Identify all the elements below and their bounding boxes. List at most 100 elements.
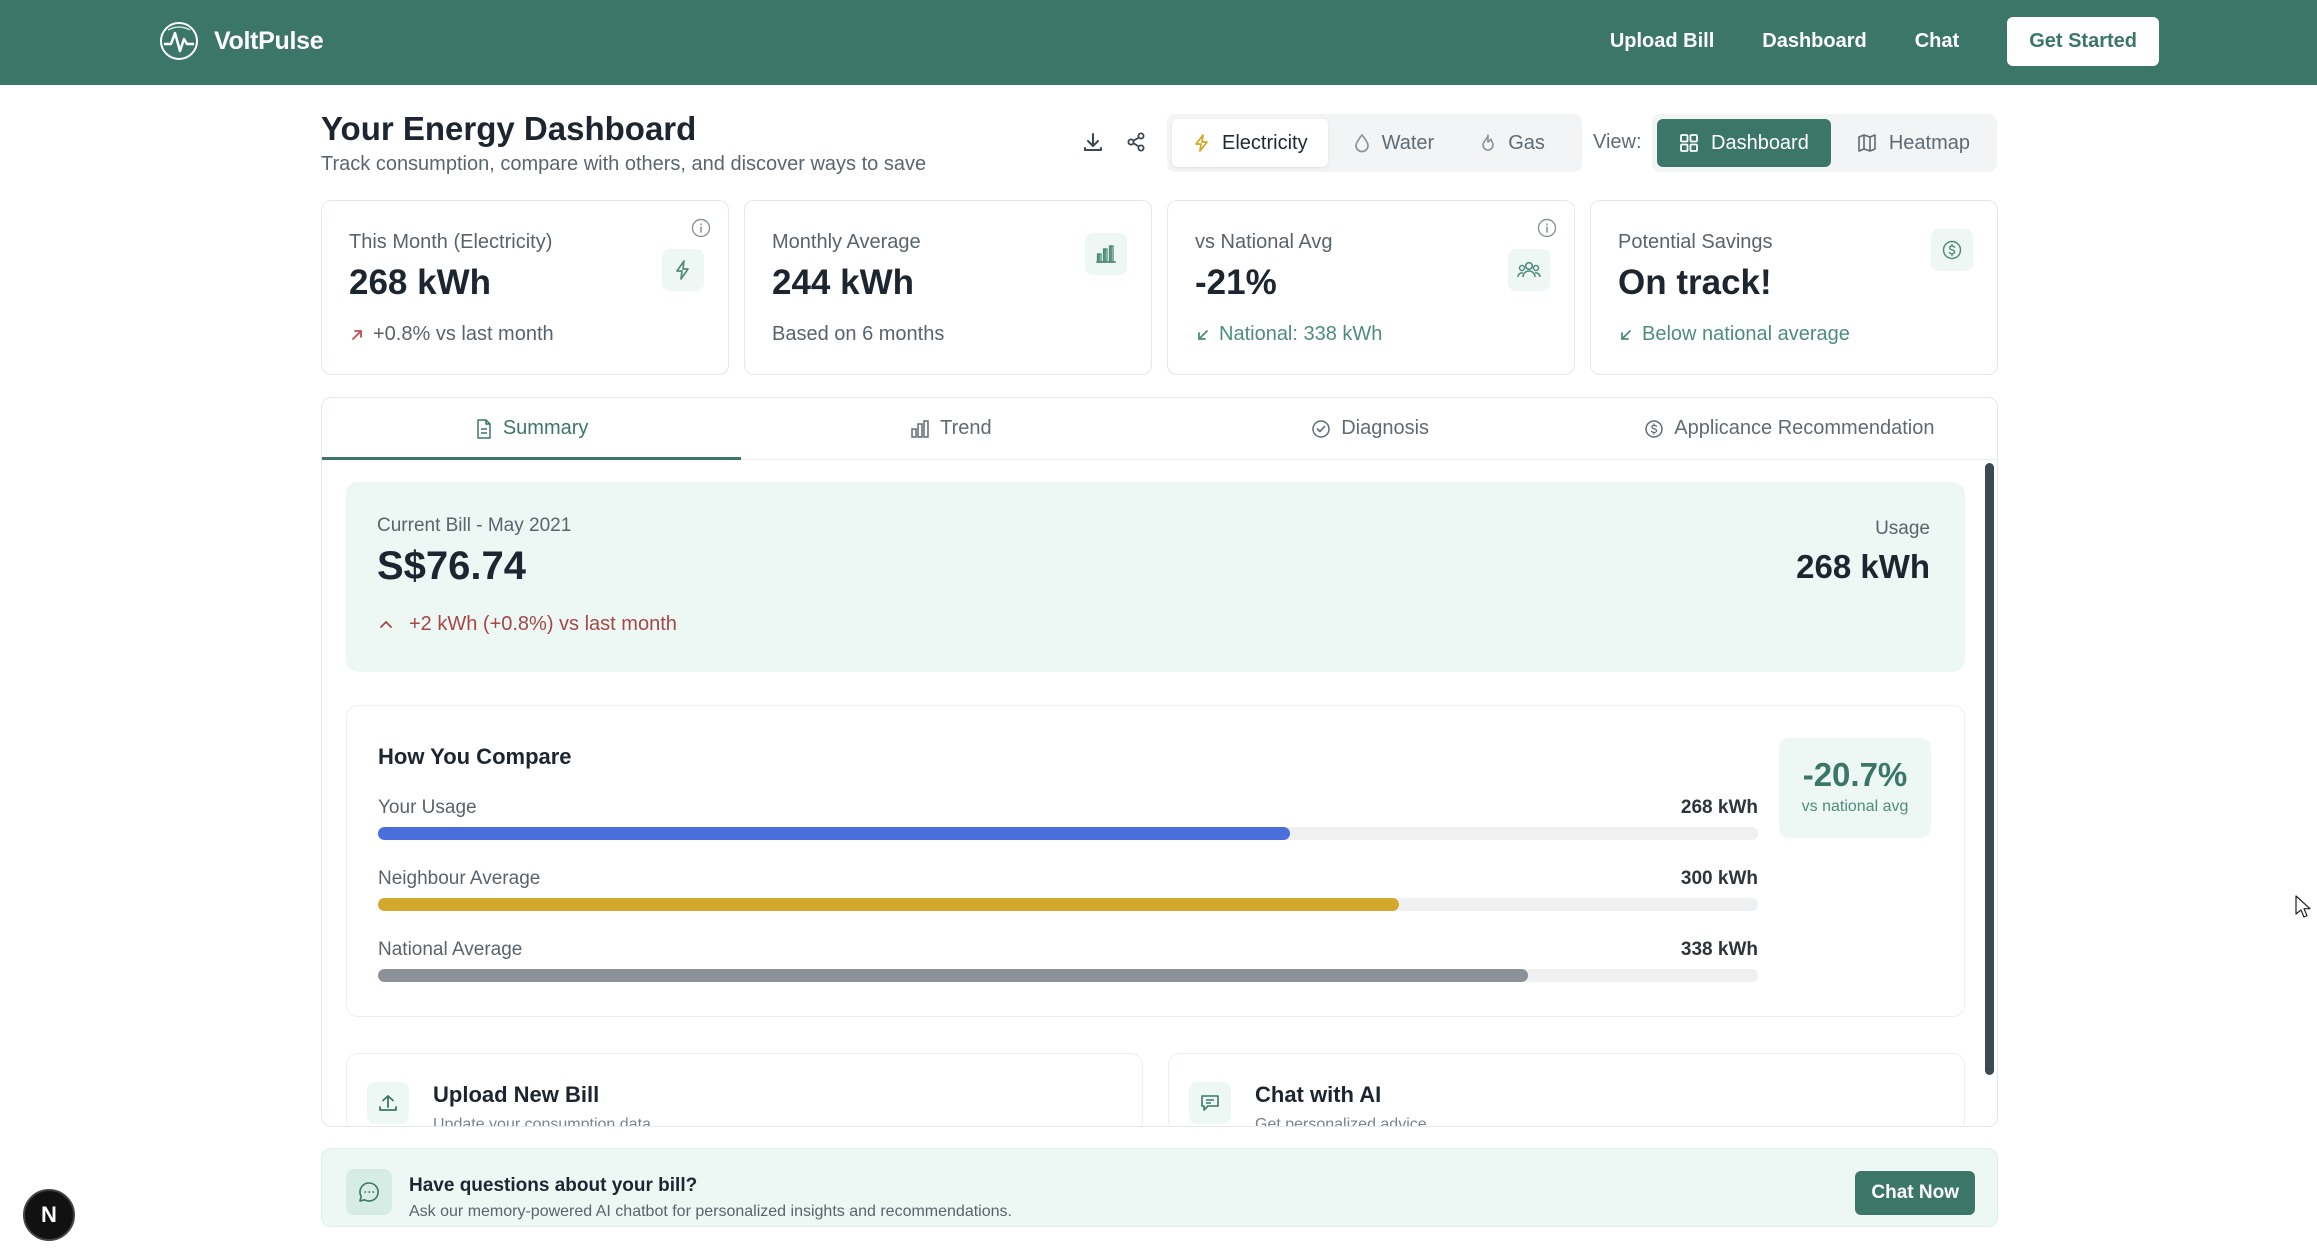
stat-value: -21% xyxy=(1195,263,1277,302)
upload-icon xyxy=(367,1082,409,1124)
bill-change: +2 kWh (+0.8%) vs last month xyxy=(377,613,677,636)
utility-electricity[interactable]: Electricity xyxy=(1172,119,1328,167)
nav-upload-bill[interactable]: Upload Bill xyxy=(1610,30,1714,53)
info-icon[interactable] xyxy=(1536,217,1558,239)
stat-label: Potential Savings xyxy=(1618,231,1773,253)
lightning-icon xyxy=(1192,133,1212,153)
tab-diagnosis-label: Diagnosis xyxy=(1341,417,1430,439)
flame-icon xyxy=(1478,133,1498,153)
compare-bar-track xyxy=(378,827,1758,840)
tab-trend[interactable]: Trend xyxy=(741,398,1160,459)
current-bill-card: Current Bill - May 2021 S$76.74 +2 kWh (… xyxy=(346,482,1965,672)
compare-bar-track xyxy=(378,898,1758,911)
compare-row-label: Neighbour Average xyxy=(378,868,541,889)
chat-now-button[interactable]: Chat Now xyxy=(1855,1171,1975,1215)
voltpulse-logo-icon xyxy=(158,20,200,62)
stat-card-potential-savings: Potential Savings On track! Below nation… xyxy=(1590,200,1998,375)
chevron-up-icon xyxy=(377,616,395,634)
compare-title: How You Compare xyxy=(378,744,572,769)
action-title: Chat with AI xyxy=(1255,1082,1382,1107)
usage-label: Usage xyxy=(1875,518,1930,539)
percent-value: -20.7% xyxy=(1802,756,1908,793)
bar-chart-icon xyxy=(910,419,930,439)
check-circle-icon xyxy=(1311,419,1331,439)
bar-chart-icon xyxy=(1085,233,1127,275)
compare-bar-fill xyxy=(378,827,1291,840)
compare-bar-track xyxy=(378,969,1758,982)
tab-trend-label: Trend xyxy=(940,417,992,439)
nav-chat[interactable]: Chat xyxy=(1915,30,1959,53)
stat-card-monthly-average: Monthly Average 244 kWh Based on 6 month… xyxy=(744,200,1152,375)
get-started-button[interactable]: Get Started xyxy=(2007,17,2159,66)
arrow-up-right-icon xyxy=(349,327,365,343)
tab-appliance-recommendation[interactable]: Applicance Recommendation xyxy=(1580,398,1997,459)
tab-summary[interactable]: Summary xyxy=(322,398,742,460)
utility-electricity-label: Electricity xyxy=(1222,131,1308,154)
compare-row-label: Your Usage xyxy=(378,797,477,818)
chat-with-ai-card[interactable]: Chat with AI Get personalized advice xyxy=(1168,1053,1965,1126)
brand[interactable]: VoltPulse xyxy=(158,20,324,62)
view-heatmap-label: Heatmap xyxy=(1888,131,1970,154)
banner-title: Have questions about your bill? xyxy=(409,1175,698,1196)
view-dashboard-button[interactable]: Dashboard xyxy=(1657,119,1831,167)
grid-icon xyxy=(1679,133,1699,153)
map-icon xyxy=(1857,133,1877,153)
banner-subtitle: Ask our memory-powered AI chatbot for pe… xyxy=(409,1203,1012,1220)
compare-bar-fill xyxy=(378,969,1528,982)
summary-panel: Summary Trend Diagnosis Applicance Recom… xyxy=(321,397,1998,1127)
top-navbar: VoltPulse Upload Bill Dashboard Chat Get… xyxy=(0,0,2317,85)
stat-note: National: 338 kWh xyxy=(1195,323,1382,346)
arrow-down-left-icon xyxy=(1618,327,1634,343)
compare-bar-fill xyxy=(378,898,1400,911)
mouse-cursor-icon xyxy=(2295,895,2311,919)
stat-note: Below national average xyxy=(1618,323,1850,346)
share-icon[interactable] xyxy=(1122,128,1150,156)
utility-gas[interactable]: Gas xyxy=(1458,119,1565,167)
bill-label: Current Bill - May 2021 xyxy=(377,515,572,536)
chat-icon xyxy=(1189,1082,1231,1124)
stat-note-text: Based on 6 months xyxy=(772,323,945,345)
stat-card-vs-national: vs National Avg -21% National: 338 kWh xyxy=(1167,200,1575,375)
arrow-down-left-icon xyxy=(1195,327,1211,343)
lightning-icon xyxy=(662,249,704,291)
stat-label: This Month (Electricity) xyxy=(349,231,553,253)
stat-value: 244 kWh xyxy=(772,263,914,302)
percent-vs-national-badge: -20.7% vs national avg xyxy=(1779,738,1931,838)
tab-bar: Summary Trend Diagnosis Applicance Recom… xyxy=(322,398,1997,460)
utility-gas-label: Gas xyxy=(1508,131,1545,154)
tab-diagnosis[interactable]: Diagnosis xyxy=(1161,398,1580,459)
view-dashboard-label: Dashboard xyxy=(1711,131,1809,154)
view-label: View: xyxy=(1593,131,1642,153)
nav-dashboard[interactable]: Dashboard xyxy=(1762,30,1866,53)
stat-note: +0.8% vs last month xyxy=(349,323,554,346)
dollar-icon xyxy=(1931,229,1973,271)
stat-label: vs National Avg xyxy=(1195,231,1333,253)
brand-name: VoltPulse xyxy=(214,26,324,55)
utility-water-label: Water xyxy=(1381,131,1435,154)
info-icon[interactable] xyxy=(690,217,712,239)
view-heatmap-button[interactable]: Heatmap xyxy=(1835,119,1992,167)
stat-note: Based on 6 months xyxy=(772,323,944,346)
page-title: Your Energy Dashboard xyxy=(321,110,697,147)
chat-banner: Have questions about your bill? Ask our … xyxy=(321,1148,1998,1227)
droplet-icon xyxy=(1352,133,1372,153)
panel-scrollbar[interactable] xyxy=(1985,463,1994,1075)
utility-water[interactable]: Water xyxy=(1332,119,1455,167)
stat-note-text: National: 338 kWh xyxy=(1219,323,1383,345)
stat-note-text: Below national average xyxy=(1642,323,1850,345)
stat-value: 268 kWh xyxy=(349,263,491,302)
compare-row-value: 268 kWh xyxy=(1680,797,1758,818)
usage-value: 268 kWh xyxy=(1796,548,1930,585)
users-icon xyxy=(1508,249,1550,291)
bill-amount: S$76.74 xyxy=(377,544,527,588)
stat-note-text: +0.8% vs last month xyxy=(373,323,554,345)
next-dev-indicator-button[interactable]: N xyxy=(23,1189,75,1241)
view-selector: Dashboard Heatmap xyxy=(1652,114,1997,172)
page-subtitle: Track consumption, compare with others, … xyxy=(321,153,927,175)
tab-appliance-label: Applicance Recommendation xyxy=(1674,417,1935,439)
tab-summary-label: Summary xyxy=(502,417,589,439)
download-icon[interactable] xyxy=(1079,128,1107,156)
action-title: Upload New Bill xyxy=(433,1082,600,1107)
upload-new-bill-card[interactable]: Upload New Bill Update your consumption … xyxy=(346,1053,1143,1126)
stat-value: On track! xyxy=(1618,263,1772,302)
